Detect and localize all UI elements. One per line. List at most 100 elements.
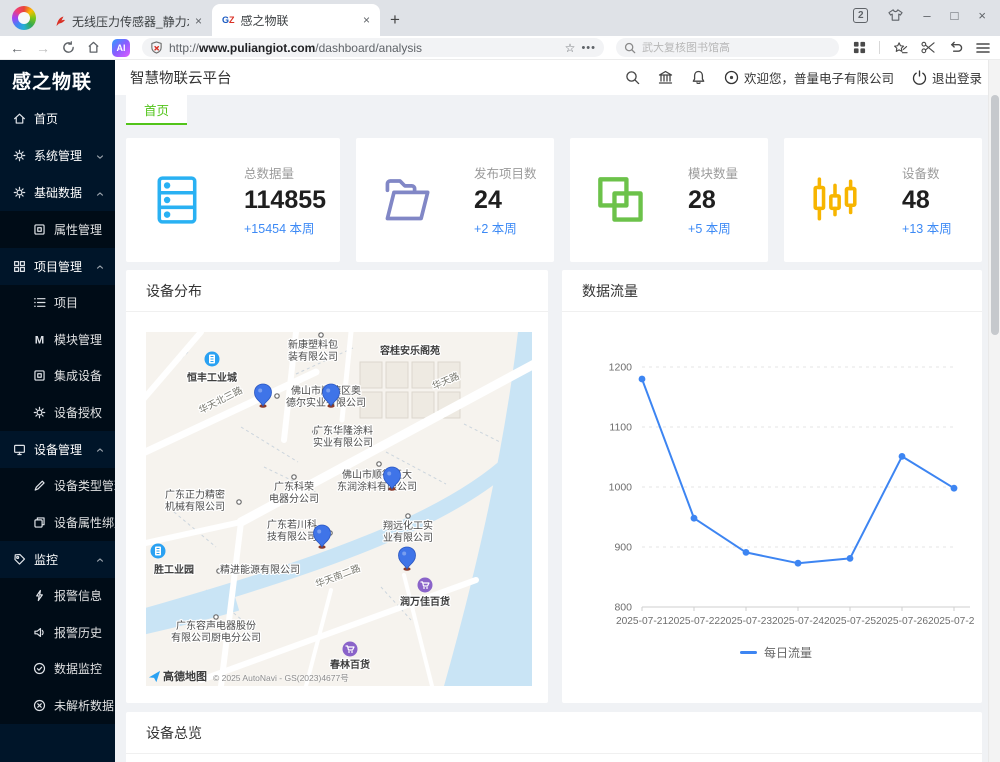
browser-toolbar: ← → AI http://www.puliangiot.com/dashboa…: [0, 36, 1000, 60]
sidebar-item[interactable]: M 模块管理: [0, 321, 115, 358]
sidebar-item[interactable]: 集成设备: [0, 358, 115, 395]
sidebar-item[interactable]: 项目: [0, 285, 115, 322]
scrollbar-thumb[interactable]: [991, 95, 999, 335]
sidebar-item-label: 设备管理: [34, 441, 82, 458]
notification-bell-icon[interactable]: [691, 70, 706, 85]
tab-close-icon[interactable]: ×: [363, 13, 370, 27]
poi-dot-marker: [237, 500, 241, 504]
data-point: [899, 453, 906, 460]
sidebar-item[interactable]: 首页: [0, 100, 115, 137]
letter-m-icon: M: [33, 333, 46, 346]
stat-card-total-data[interactable]: 总数据量 114855 +15454 本周: [126, 138, 340, 262]
pen-icon: [33, 479, 46, 492]
sidebar-item[interactable]: 属性管理: [0, 211, 115, 248]
new-tab-button[interactable]: +: [390, 10, 400, 30]
user-welcome[interactable]: 欢迎您，普量电子有限公司: [724, 68, 894, 87]
map[interactable]: 新康塑料包装有限公司容桂安乐阁苑恒丰工业城华天北三路佛山市顺德区奥德尔实业有限公…: [146, 332, 532, 686]
app-logo[interactable]: 感之物联: [0, 60, 115, 100]
back-icon[interactable]: ←: [10, 41, 24, 55]
menu-hamburger-icon[interactable]: [976, 42, 990, 54]
apps-grid-icon[interactable]: [853, 41, 866, 54]
bookmark-star-icon[interactable]: ☆: [565, 41, 576, 55]
x-axis-tick-label: 2025-07-22: [668, 616, 720, 627]
modules-icon: [596, 175, 646, 225]
cart-wheel: [348, 651, 350, 653]
tab-home[interactable]: 首页: [126, 95, 187, 125]
sidebar-item[interactable]: 数据监控: [0, 651, 115, 688]
stat-card-devices[interactable]: 设备数 48 +13 本周: [784, 138, 982, 262]
sidebar-item-label: 项目管理: [34, 258, 82, 275]
stat-delta: +2 本周: [474, 218, 537, 237]
url-text[interactable]: http://www.puliangiot.com/dashboard/anal…: [169, 41, 559, 55]
search-bar[interactable]: [616, 38, 839, 57]
page-tabs-row: 首页: [115, 95, 1000, 125]
tab-close-icon[interactable]: ×: [195, 14, 202, 28]
chevron-up-icon: [95, 261, 105, 271]
sidebar-item[interactable]: 设备类型管理: [0, 468, 115, 505]
device-overview-panel: 设备总览: [126, 712, 982, 762]
ai-assistant-icon[interactable]: AI: [112, 39, 130, 57]
sidebar-item[interactable]: 监控: [0, 541, 115, 578]
poi-dot-marker: [275, 394, 279, 398]
poi-dot-marker: [292, 475, 296, 479]
home-icon[interactable]: [87, 41, 100, 54]
maximize-button[interactable]: □: [951, 8, 959, 23]
organization-icon[interactable]: [658, 70, 673, 85]
page-scrollbar[interactable]: [988, 60, 1000, 762]
data-point: [795, 560, 802, 567]
sidebar-item-label: 模块管理: [54, 331, 102, 348]
panel-title: 设备总览: [126, 712, 982, 754]
browser-logo-icon[interactable]: [12, 6, 36, 30]
traffic-chart-area[interactable]: 8009001000110012002025-07-212025-07-2220…: [562, 312, 982, 661]
amap-logo[interactable]: 高德地图: [148, 668, 207, 684]
sidebar-item[interactable]: 项目管理: [0, 248, 115, 285]
forward-icon[interactable]: →: [36, 41, 50, 55]
sidebar-item[interactable]: 报警历史: [0, 614, 115, 651]
browser-tab-2-active[interactable]: GZ 感之物联 ×: [212, 4, 380, 36]
sidebar-item[interactable]: 基础数据: [0, 174, 115, 211]
sidebar-item-label: 项目: [54, 294, 78, 311]
legend-label: 每日流量: [764, 644, 812, 661]
cart-marker-bg: [418, 578, 433, 593]
map-label: 广东正力精密机械有限公司: [165, 488, 225, 513]
data-point: [743, 549, 750, 556]
chevron-up-icon: [95, 188, 105, 198]
stat-card-modules[interactable]: 模块数量 28 +5 本周: [570, 138, 768, 262]
address-bar[interactable]: http://www.puliangiot.com/dashboard/anal…: [142, 38, 604, 57]
y-axis-tick-label: 1000: [609, 482, 633, 494]
theme-skin-icon[interactable]: [888, 8, 903, 22]
screenshot-scissors-icon[interactable]: [921, 41, 936, 54]
x-axis-tick-label: 2025-07-27: [928, 616, 974, 627]
minimize-button[interactable]: –: [923, 8, 930, 23]
home-icon: [13, 112, 26, 125]
sidebar-item[interactable]: 设备授权: [0, 394, 115, 431]
data-point: [691, 515, 698, 522]
y-axis-tick-label: 900: [614, 542, 632, 554]
undo-icon[interactable]: [949, 41, 963, 54]
stat-label: 总数据量: [244, 163, 326, 182]
search-input[interactable]: [642, 42, 831, 54]
sidebar-item[interactable]: 报警信息: [0, 578, 115, 615]
page-header: 智慧物联云平台 欢迎您，普量电子有限公司: [115, 60, 1000, 95]
reload-icon[interactable]: [62, 41, 75, 54]
sidebar-item-label: 首页: [34, 110, 58, 127]
sidebar-menu: 首页系统管理基础数据属性管理项目管理项目 M 模块管理集成设备设备授权设备管理设备类…: [0, 100, 115, 724]
header-search-icon[interactable]: [625, 70, 640, 85]
panel-title: 数据流量: [562, 270, 982, 312]
more-options-icon[interactable]: •••: [581, 42, 596, 54]
shield-insecure-icon[interactable]: [150, 41, 163, 54]
sidebar-item-label: 数据监控: [54, 660, 102, 677]
sidebar-item[interactable]: 系统管理: [0, 137, 115, 174]
speaker-icon: [33, 626, 46, 639]
browser-tab-1[interactable]: 无线压力传感器_静力水准仪_ ×: [44, 6, 212, 36]
stat-value: 24: [474, 186, 537, 215]
logout-button[interactable]: 退出登录: [912, 68, 982, 87]
stat-card-projects[interactable]: 发布项目数 24 +2 本周: [356, 138, 554, 262]
sidebar-item[interactable]: 未解析数据: [0, 687, 115, 724]
close-button[interactable]: ×: [978, 8, 986, 23]
sidebar-item[interactable]: 设备管理: [0, 431, 115, 468]
favorites-edit-icon[interactable]: [893, 41, 908, 55]
chart-legend[interactable]: 每日流量: [570, 644, 982, 661]
tab-count-badge[interactable]: 2: [853, 8, 868, 23]
sidebar-item[interactable]: 设备属性绑定: [0, 504, 115, 541]
